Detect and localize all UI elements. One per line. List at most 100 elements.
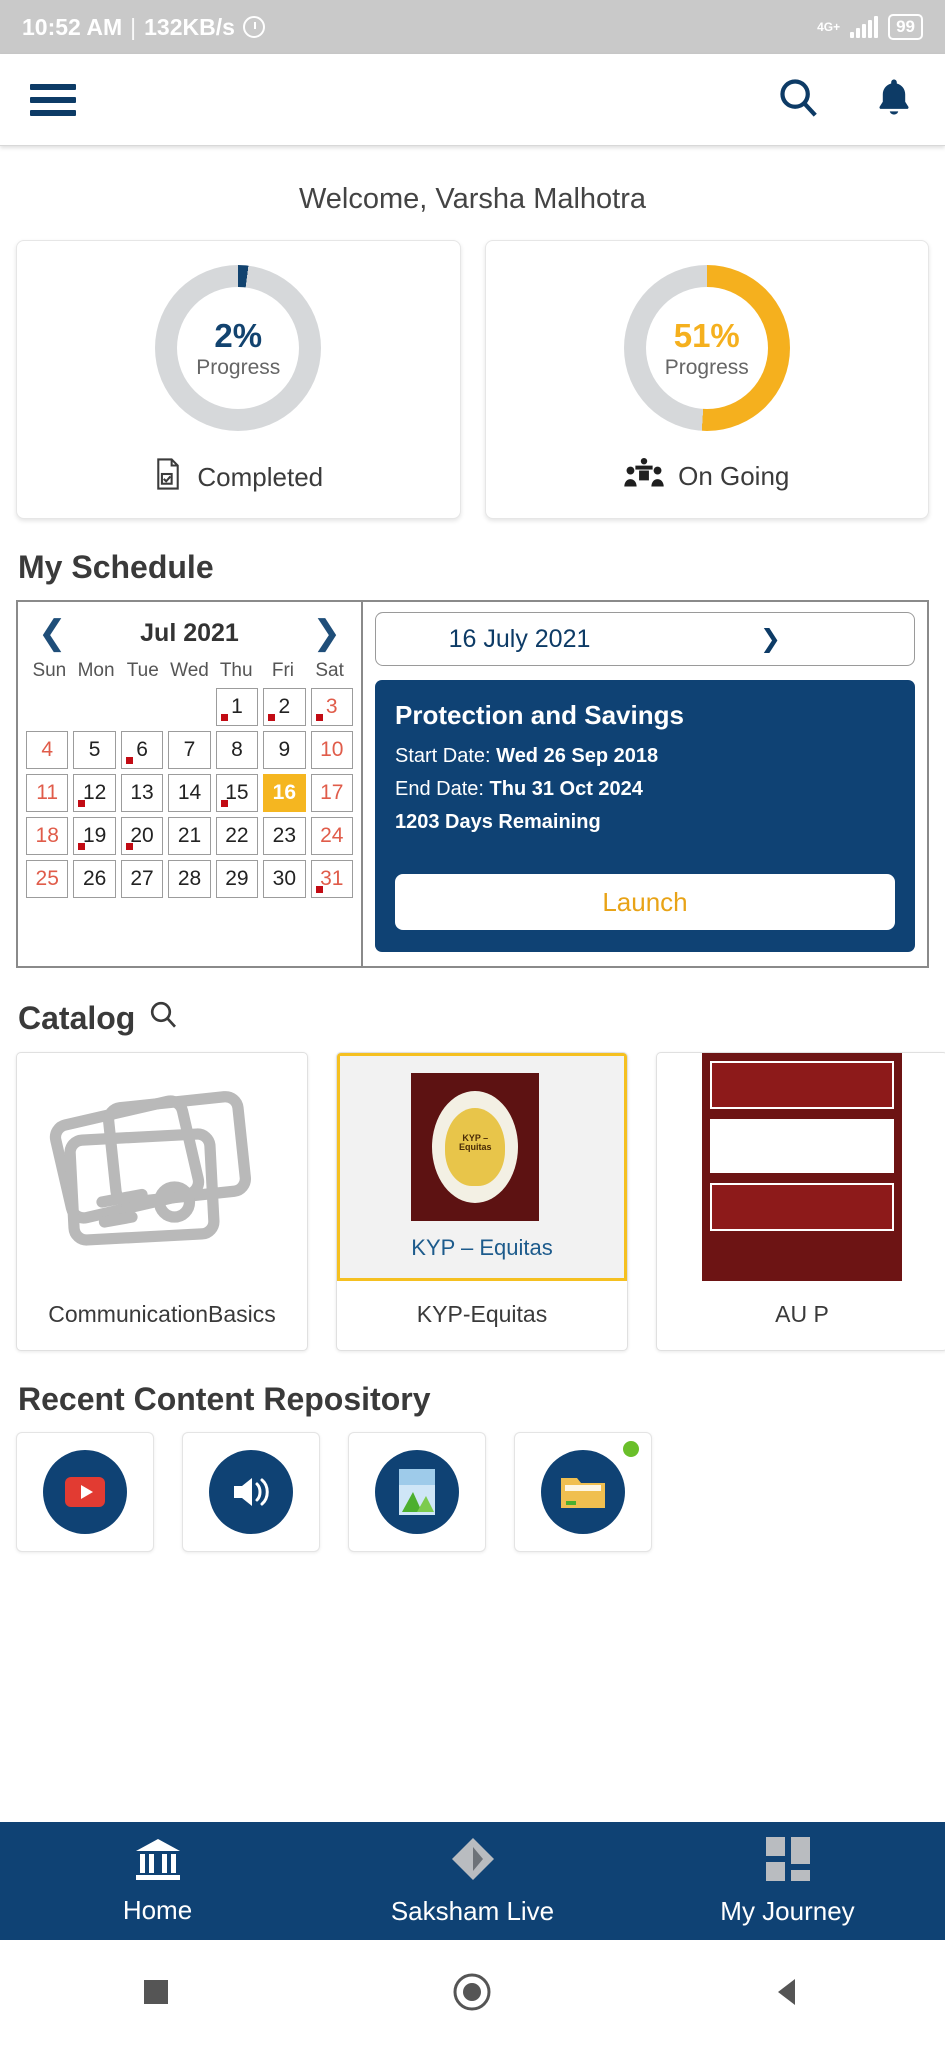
calendar-day-24[interactable]: 24 [310, 817, 353, 855]
catalog-item-au[interactable]: AU P [656, 1052, 945, 1351]
schedule-panel: ❮ Jul 2021 ❯ Sun Mon Tue Wed Thu Fri Sat 12345… [16, 600, 929, 968]
status-bar-right: 4G+ 99 [817, 14, 923, 40]
calendar-day-27[interactable]: 27 [120, 860, 164, 898]
calendar-day-7[interactable]: 7 [168, 731, 211, 769]
calendar-event-dot [315, 886, 323, 893]
back-triangle-icon[interactable] [773, 1976, 805, 2013]
repository-section-title: Recent Content Repository [18, 1381, 431, 1417]
progress-label: Progress [664, 355, 749, 379]
chevron-right-icon[interactable]: ❯ [645, 626, 896, 652]
system-navigation-bar [0, 1940, 945, 2048]
calendar-day-9[interactable]: 9 [263, 731, 306, 769]
calendar-day-10[interactable]: 10 [310, 731, 353, 769]
calendar-day-empty [73, 688, 115, 726]
progress-card-footer-label: On Going [678, 461, 790, 491]
calendar-day-3[interactable]: 3 [310, 688, 353, 726]
progress-cards-row: 2% Progress Completed 51% Progress On Go… [0, 240, 945, 519]
calendar-day-8[interactable]: 8 [215, 731, 259, 769]
status-network-speed: 132KB/s [144, 13, 235, 40]
repository-item-image[interactable] [348, 1432, 486, 1552]
kyp-poster-artwork: KYP – Equitas [411, 1073, 540, 1221]
kyp-poster-image: KYP – Equitas KYP – Equitas [337, 1053, 627, 1281]
calendar-day-4[interactable]: 4 [26, 731, 69, 769]
calendar-day-13[interactable]: 13 [120, 774, 164, 812]
progress-ring-completed: 2% Progress [155, 265, 322, 431]
calendar-day-12[interactable]: 12 [73, 774, 116, 812]
calendar-weekday: Wed [170, 660, 209, 681]
nav-item-label: Home [122, 1894, 193, 1925]
au-poster-footer [710, 1183, 894, 1231]
calendar-day-15[interactable]: 15 [215, 774, 259, 812]
folder-icon [541, 1450, 625, 1534]
repository-item-audio[interactable] [182, 1432, 320, 1552]
event-panel: 16 July 2021 ❯ Protection and Savings St… [363, 602, 927, 966]
progress-label: Progress [196, 355, 281, 379]
event-start-date: Start Date: Wed 26 Sep 2018 [395, 745, 895, 768]
calendar-day-18[interactable]: 18 [26, 817, 69, 855]
calendar-day-14[interactable]: 14 [168, 774, 211, 812]
calendar-day-26[interactable]: 26 [73, 860, 116, 898]
nav-item-label: My Journey [720, 1895, 855, 1926]
video-play-icon [43, 1450, 127, 1534]
nav-item-my-journey[interactable]: My Journey [630, 1836, 945, 1927]
calendar-day-19[interactable]: 19 [73, 817, 116, 855]
search-icon[interactable] [775, 74, 821, 125]
progress-card-ongoing[interactable]: 51% Progress On Going [484, 240, 929, 519]
calendar-day-21[interactable]: 21 [168, 817, 211, 855]
event-date-selector[interactable]: 16 July 2021 ❯ [375, 612, 915, 666]
training-people-icon [624, 457, 664, 496]
repository-item-video[interactable] [16, 1432, 154, 1552]
recents-square-icon[interactable] [141, 1977, 171, 2012]
calendar-day-11[interactable]: 11 [26, 774, 69, 812]
calendar-day-29[interactable]: 29 [215, 860, 259, 898]
calendar-day-16[interactable]: 16 [263, 774, 306, 812]
calendar-event-dot [78, 800, 86, 807]
calendar-weekday: Fri [271, 660, 294, 681]
calendar-day-28[interactable]: 28 [168, 860, 211, 898]
app-bar [0, 54, 945, 146]
calendar-day-22[interactable]: 22 [215, 817, 259, 855]
catalog-item-label: CommunicationBasics [48, 1301, 276, 1327]
calendar-day-30[interactable]: 30 [263, 860, 306, 898]
chevron-left-icon[interactable]: ❮ [38, 616, 67, 650]
calendar-day-25[interactable]: 25 [26, 860, 69, 898]
home-circle-icon[interactable] [452, 1972, 492, 2017]
calendar-month-label: Jul 2021 [140, 618, 239, 647]
calendar-event-dot [78, 843, 86, 850]
catalog-section-title: Catalog [0, 968, 945, 1052]
progress-card-footer-completed: Completed [153, 457, 323, 498]
chevron-right-icon[interactable]: ❯ [313, 616, 342, 650]
calendar-header: ❮ Jul 2021 ❯ [26, 612, 353, 660]
repository-item-folder[interactable] [514, 1432, 652, 1552]
calendar-day-31[interactable]: 31 [310, 860, 353, 898]
calendar-day-5[interactable]: 5 [73, 731, 116, 769]
grid-journey-icon [765, 1836, 811, 1889]
calendar-day-6[interactable]: 6 [120, 731, 164, 769]
search-icon[interactable] [147, 998, 179, 1038]
hamburger-menu-icon[interactable] [30, 83, 76, 116]
calendar-day-23[interactable]: 23 [263, 817, 306, 855]
nav-item-saksham-live[interactable]: Saksham Live [315, 1836, 630, 1927]
kyp-thumb-caption: KYP – Equitas [411, 1235, 553, 1260]
calendar-day-1[interactable]: 1 [215, 688, 259, 726]
bell-icon[interactable] [873, 74, 915, 125]
au-poster-image [657, 1053, 945, 1281]
catalog-item-kyp-equitas[interactable]: KYP – Equitas KYP – Equitas KYP-Equitas [336, 1052, 628, 1351]
progress-card-completed[interactable]: 2% Progress Completed [16, 240, 461, 519]
diamond-live-icon [450, 1836, 496, 1889]
progress-percent: 2% [214, 316, 263, 354]
calendar-day-2[interactable]: 2 [263, 688, 306, 726]
calendar-day-17[interactable]: 17 [310, 774, 353, 812]
calendar-day-grid[interactable]: 1 2 3 4 5 6 7 8 9 10 11 12 13 14 15 16 17 18 19 20 21 22 23 24 2… [26, 688, 353, 898]
calendar-event-dot [125, 757, 133, 764]
catalog-item-communicationbasics[interactable]: CommunicationBasics [16, 1052, 308, 1351]
cards-placeholder-icon [17, 1053, 307, 1281]
progress-card-footer-ongoing: On Going [624, 457, 789, 496]
progress-percent: 51% [673, 316, 740, 354]
nav-item-home[interactable]: Home [0, 1837, 315, 1926]
launch-button[interactable]: Launch [395, 874, 895, 930]
event-card[interactable]: Protection and Savings Start Date: Wed 2… [375, 680, 915, 952]
calendar-day-20[interactable]: 20 [120, 817, 164, 855]
event-end-date: End Date: Thu 31 Oct 2024 [395, 778, 895, 801]
calendar: ❮ Jul 2021 ❯ Sun Mon Tue Wed Thu Fri Sat 12345… [18, 602, 363, 966]
